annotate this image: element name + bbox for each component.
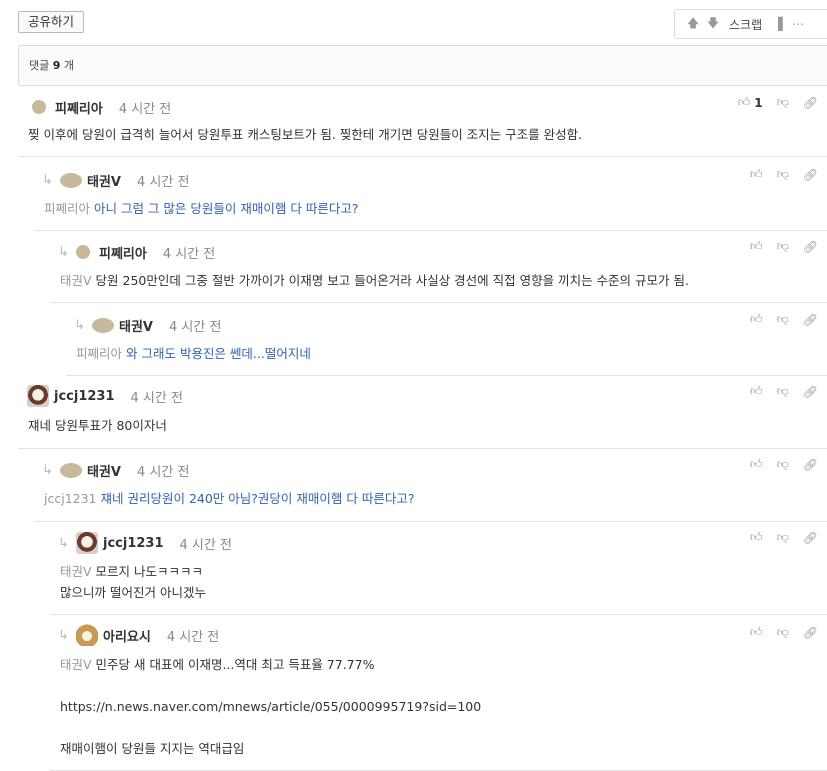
comment-text: 쟤네 당원투표가 80이자너 bbox=[28, 418, 167, 433]
dislike-icon[interactable]: 👎︎ bbox=[777, 457, 789, 472]
reply-target[interactable]: 피쩨리아 bbox=[44, 201, 90, 216]
avatar bbox=[60, 172, 82, 188]
comment-count-number: 9 bbox=[52, 59, 61, 72]
reply-arrow-icon: ↳ bbox=[58, 627, 69, 643]
thumb-up-arrow-icon[interactable]: 🡅 bbox=[683, 14, 703, 35]
like-icon[interactable]: 👍︎ bbox=[750, 457, 763, 472]
avatar bbox=[60, 462, 82, 478]
dislike-icon[interactable]: 👎︎ bbox=[777, 384, 789, 399]
comment-text: 태권V 당원 250만인데 그중 절반 가까이가 이재명 보고 들어온거라 사실… bbox=[60, 271, 689, 291]
like-icon[interactable]: 👍︎ bbox=[750, 530, 763, 545]
comment-author[interactable]: 태권V bbox=[119, 316, 153, 335]
comment-time: 4 시간 전 bbox=[162, 246, 216, 262]
comment-link[interactable]: https://n.news.naver.com/mnews/article/0… bbox=[60, 697, 481, 717]
dislike-icon[interactable]: 👎︎ bbox=[777, 239, 789, 254]
comment-count-bar: 댓글 9 개 bbox=[18, 45, 827, 86]
link-icon[interactable]: 🔗︎ bbox=[803, 240, 818, 254]
comment-time: 4 시간 전 bbox=[130, 390, 183, 406]
comment-author[interactable]: 아리요시 bbox=[103, 626, 151, 645]
reply-target[interactable]: 피쩨리아 bbox=[76, 346, 122, 361]
reply-arrow-icon: ↳ bbox=[58, 535, 69, 551]
comment-time: 4 시간 전 bbox=[168, 319, 222, 335]
link-icon[interactable]: 🔗︎ bbox=[803, 168, 818, 182]
comment-author[interactable]: jccj1231 bbox=[54, 389, 115, 404]
comment-author[interactable]: jccj1231 bbox=[103, 536, 164, 551]
comment-text-line: 재매이햄이 당원들 지지는 역대급임 bbox=[60, 741, 245, 756]
comment-text: 태권V 민주당 새 대표에 이재명...역대 최고 득표율 77.77% bbox=[60, 655, 374, 675]
avatar bbox=[32, 100, 46, 114]
avatar bbox=[76, 624, 98, 646]
comment-text: 태권V 모르지 나도ㅋㅋㅋㅋ bbox=[60, 562, 203, 582]
comment-content: 쟤네 권리당원이 240만 아님?권당이 재매이햄 다 따른다고? bbox=[100, 491, 415, 506]
comment-time: 4 시간 전 bbox=[118, 101, 172, 117]
comment-text: 피쩨리아 와 그래도 박용진은 쎈데...떨어지네 bbox=[76, 344, 311, 364]
like-icon[interactable]: 👍︎ bbox=[750, 312, 763, 327]
link-icon[interactable]: 🔗︎ bbox=[803, 96, 818, 110]
comment-count-suffix: 개 bbox=[63, 59, 75, 72]
comment: jccj1231 4 시간 전 쟤네 당원투표가 80이자너 👍︎ 👎︎ 🔗︎ bbox=[18, 376, 827, 449]
reply-target[interactable]: 태권V bbox=[60, 657, 92, 672]
reply-arrow-icon: ↳ bbox=[42, 462, 53, 478]
comment-content: 아니 그럼 그 많은 당원들이 재매이햄 다 따른다고? bbox=[94, 201, 359, 216]
comment-text: jccj1231 쟤네 권리당원이 240만 아님?권당이 재매이햄 다 따른다… bbox=[44, 489, 414, 509]
thumb-down-arrow-icon[interactable]: 🡇 bbox=[703, 14, 723, 35]
link-icon[interactable]: 🔗︎ bbox=[803, 385, 818, 399]
more-icon[interactable]: ⋯ bbox=[788, 17, 808, 31]
dislike-icon[interactable]: 👎︎ bbox=[777, 312, 789, 327]
like-icon[interactable]: 👍︎ bbox=[750, 239, 763, 254]
like-icon[interactable]: 👍︎ bbox=[750, 384, 763, 399]
dislike-icon[interactable]: 👎︎ bbox=[777, 530, 789, 545]
reply-arrow-icon: ↳ bbox=[42, 172, 53, 188]
comment: ↳ 태권V 4 시간 전 피쩨리아 와 그래도 박용진은 쎈데...떨어지네 👍… bbox=[66, 303, 827, 376]
reply-target[interactable]: 태권V bbox=[60, 273, 92, 288]
comment-author[interactable]: 태권V bbox=[87, 461, 121, 480]
comment-content: 민주당 새 대표에 이재명...역대 최고 득표율 77.77% bbox=[95, 657, 375, 672]
comment-count-label: 댓글 bbox=[29, 59, 50, 72]
comment: ↳ 태권V 4 시간 전 피쩨리아 아니 그럼 그 많은 당원들이 재매이햄 다… bbox=[34, 157, 827, 231]
dislike-icon[interactable]: 👎︎ bbox=[777, 625, 789, 640]
stats-icon[interactable]: ▐ bbox=[768, 17, 788, 31]
avatar bbox=[76, 532, 98, 554]
avatar bbox=[76, 245, 90, 259]
link-icon[interactable]: 🔗︎ bbox=[803, 531, 818, 545]
comment-text: 피쩨리아 아니 그럼 그 많은 당원들이 재매이햄 다 따른다고? bbox=[44, 199, 358, 219]
comment-author[interactable]: 피쩨리아 bbox=[55, 98, 103, 117]
dislike-icon[interactable]: 👎︎ bbox=[777, 167, 789, 182]
comment: ↳ jccj1231 4 시간 전 태권V 모르지 나도ㅋㅋㅋㅋ 많으니까 떨어… bbox=[50, 522, 827, 615]
like-icon[interactable]: 👍︎ bbox=[750, 625, 763, 640]
link-icon[interactable]: 🔗︎ bbox=[803, 626, 818, 640]
scrap-button[interactable]: 스크랩 bbox=[729, 16, 762, 33]
comment-author[interactable]: 피쩨리아 bbox=[99, 243, 147, 262]
reply-target[interactable]: jccj1231 bbox=[44, 491, 97, 506]
reply-arrow-icon: ↳ bbox=[74, 317, 85, 333]
avatar bbox=[27, 385, 49, 407]
comment: ↳ 아리요시 4 시간 전 태권V 민주당 새 대표에 이재명...역대 최고 … bbox=[50, 615, 827, 771]
comment: ↳ 피쩨리아 4 시간 전 태권V 당원 250만인데 그중 절반 가까이가 이… bbox=[50, 231, 827, 303]
like-count: 1 bbox=[754, 95, 763, 110]
dislike-icon[interactable]: 👎︎ bbox=[777, 95, 789, 110]
comment-author[interactable]: 태권V bbox=[87, 171, 121, 190]
comment-text-line: 많으니까 떨어진거 아니겠누 bbox=[60, 585, 206, 600]
comment-time: 4 시간 전 bbox=[136, 464, 190, 480]
comment-time: 4 시간 전 bbox=[136, 174, 190, 190]
like-icon[interactable]: 👍︎ bbox=[750, 167, 763, 182]
reply-arrow-icon: ↳ bbox=[58, 244, 69, 260]
comment-content: 와 그래도 박용진은 쎈데...떨어지네 bbox=[126, 346, 311, 361]
comment-time: 4 시간 전 bbox=[179, 537, 232, 553]
share-button[interactable]: 공유하기 bbox=[18, 11, 85, 33]
comment-content: 모르지 나도ㅋㅋㅋㅋ bbox=[95, 564, 204, 579]
like-icon[interactable]: 👍︎ bbox=[738, 95, 751, 110]
comment-text: 찢 이후에 당원이 급격히 늘어서 당원투표 캐스팅보트가 됨. 찢한테 개기면… bbox=[28, 127, 583, 142]
comment: ↳ 태권V 4 시간 전 jccj1231 쟤네 권리당원이 240만 아님?권… bbox=[34, 449, 827, 522]
reply-target[interactable]: 태권V bbox=[60, 564, 92, 579]
comment-time: 4 시간 전 bbox=[166, 629, 220, 645]
comment-content: 당원 250만인데 그중 절반 가까이가 이재명 보고 들어온거라 사실상 경선… bbox=[95, 273, 689, 288]
post-toolbar: 🡅 🡇 스크랩 ▐ ⋯ bbox=[674, 9, 827, 39]
link-icon[interactable]: 🔗︎ bbox=[803, 458, 818, 472]
link-icon[interactable]: 🔗︎ bbox=[803, 313, 818, 327]
avatar bbox=[92, 317, 114, 333]
comment: 피쩨리아 4 시간 전 찢 이후에 당원이 급격히 늘어서 당원투표 캐스팅보트… bbox=[18, 86, 827, 157]
